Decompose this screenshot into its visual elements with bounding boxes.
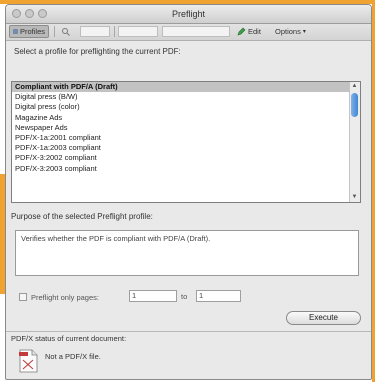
status-divider xyxy=(6,331,371,332)
preflight-window: Preflight Profiles Edit Options ▾ Select… xyxy=(5,4,372,380)
edit-label: Edit xyxy=(248,27,261,36)
page-range-checkbox[interactable] xyxy=(19,293,27,301)
profile-list-item[interactable]: Digital press (B/W) xyxy=(12,92,360,102)
search-icon xyxy=(62,28,70,36)
profile-list-item[interactable]: Magazine Ads xyxy=(12,113,360,123)
profile-list-item[interactable]: PDF/X-3:2003 compliant xyxy=(12,164,360,174)
profile-list[interactable]: Compliant with PDF/A (Draft) Digital pres… xyxy=(11,81,361,203)
profile-list-item[interactable]: PDF/X-3:2002 compliant xyxy=(12,153,360,163)
page-range-option[interactable]: Preflight only pages: xyxy=(19,291,99,303)
page-from-field[interactable]: 1 xyxy=(129,290,177,302)
window-title: Preflight xyxy=(171,9,206,19)
toolbar-field-1[interactable] xyxy=(80,26,110,37)
pdfx-status-value: Not a PDF/X file. xyxy=(45,352,101,361)
toolbar-field-2[interactable] xyxy=(118,26,158,37)
scroll-thumb[interactable] xyxy=(351,93,358,117)
search-button[interactable] xyxy=(58,25,78,38)
profile-list-item[interactable]: Compliant with PDF/A (Draft) xyxy=(12,82,360,93)
options-label: Options xyxy=(275,27,301,36)
scroll-down-arrow-icon[interactable]: ▼ xyxy=(351,194,358,201)
edit-button[interactable]: Edit xyxy=(234,25,268,38)
options-menu[interactable]: Options ▾ xyxy=(272,25,322,38)
title-bar: Preflight xyxy=(6,5,371,24)
toolbar-separator xyxy=(54,26,55,37)
profile-list-item[interactable]: Digital press (color) xyxy=(12,102,360,112)
pencil-icon xyxy=(237,27,246,36)
profile-list-item[interactable]: PDF/X-1a:2003 compliant xyxy=(12,143,360,153)
toolbar-field-3[interactable] xyxy=(162,26,230,37)
execute-button[interactable]: Execute xyxy=(286,311,361,325)
profile-prompt: Select a profile for preflighting the cu… xyxy=(14,47,181,56)
toolbar: Profiles Edit Options ▾ xyxy=(6,24,371,41)
page-range-label: Preflight only pages: xyxy=(31,292,99,302)
pdf-document-icon xyxy=(19,349,38,373)
page-to-label: to xyxy=(181,292,188,301)
profile-list-item[interactable]: PDF/X-1a:2001 compliant xyxy=(12,133,360,143)
scroll-up-arrow-icon[interactable]: ▲ xyxy=(351,83,358,90)
toolbar-separator xyxy=(114,26,115,37)
page-to-field[interactable]: 1 xyxy=(196,290,241,302)
purpose-label: Purpose of the selected Preflight profil… xyxy=(11,212,153,221)
chevron-down-icon: ▾ xyxy=(302,29,306,35)
profiles-button[interactable]: Profiles xyxy=(9,25,49,38)
profiles-label: Profiles xyxy=(19,27,45,36)
profile-list-item[interactable]: Newspaper Ads xyxy=(12,123,360,133)
profile-list-scrollbar[interactable]: ▲ ▼ xyxy=(349,82,360,202)
pdfx-status-label: PDF/X status of current document: xyxy=(11,334,127,343)
profile-description: Verifies whether the PDF is compliant wi… xyxy=(15,230,359,276)
profiles-icon xyxy=(13,29,18,34)
